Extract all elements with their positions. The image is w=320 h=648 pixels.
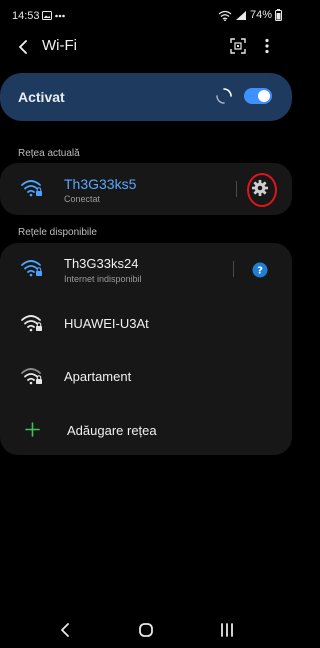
chevron-left-icon	[61, 623, 69, 637]
switch-knob	[258, 90, 270, 102]
current-network-status: Conectat	[64, 194, 101, 204]
add-network-label: Adăugare rețea	[67, 423, 157, 438]
nav-recents-button[interactable]	[217, 620, 237, 640]
wifi-secure-icon	[21, 180, 42, 197]
divider	[233, 261, 234, 277]
wifi-secure-icon	[21, 315, 42, 332]
recents-icon	[221, 623, 233, 637]
back-button[interactable]	[12, 36, 34, 58]
network-info-button[interactable]: ?	[252, 262, 268, 278]
wifi-switch[interactable]	[244, 88, 272, 104]
wifi-toggle-label: Activat	[18, 89, 65, 105]
home-icon	[139, 623, 153, 637]
wifi-signal-icon	[218, 10, 232, 21]
scanning-spinner-icon	[215, 87, 233, 105]
available-networks-section-label: Rețele disponibile	[18, 227, 97, 238]
page-title: Wi-Fi	[42, 37, 77, 54]
qr-scan-icon	[230, 38, 246, 54]
current-network-section-label: Rețea actuală	[18, 148, 80, 159]
nav-back-button[interactable]	[55, 620, 75, 640]
current-network-name: Th3G33ks5	[64, 176, 137, 192]
status-right: 74%	[218, 9, 282, 21]
network-status: Internet indisponibil	[64, 274, 142, 284]
network-name: Th3G33ks24	[64, 256, 139, 271]
plus-icon	[25, 422, 40, 437]
status-left-icons	[42, 11, 65, 20]
qr-scan-button[interactable]	[228, 36, 248, 56]
battery-percent: 74%	[249, 9, 272, 21]
status-time: 14:53	[12, 10, 40, 22]
more-vertical-icon	[265, 38, 269, 54]
chevron-left-icon	[19, 40, 27, 54]
more-notifications-icon	[55, 14, 65, 17]
cell-signal-icon	[235, 10, 246, 20]
network-name: HUAWEI-U3At	[64, 316, 149, 331]
wifi-secure-icon	[21, 368, 42, 385]
battery-icon	[275, 9, 282, 21]
highlight-ring	[247, 173, 277, 207]
divider	[236, 181, 237, 197]
wifi-secure-icon	[21, 260, 42, 277]
svg-text:?: ?	[257, 266, 263, 277]
network-name: Apartament	[64, 369, 132, 384]
more-options-button[interactable]	[259, 36, 275, 56]
help-icon: ?	[252, 262, 268, 278]
nav-home-button[interactable]	[136, 620, 156, 640]
gallery-icon	[42, 11, 52, 20]
